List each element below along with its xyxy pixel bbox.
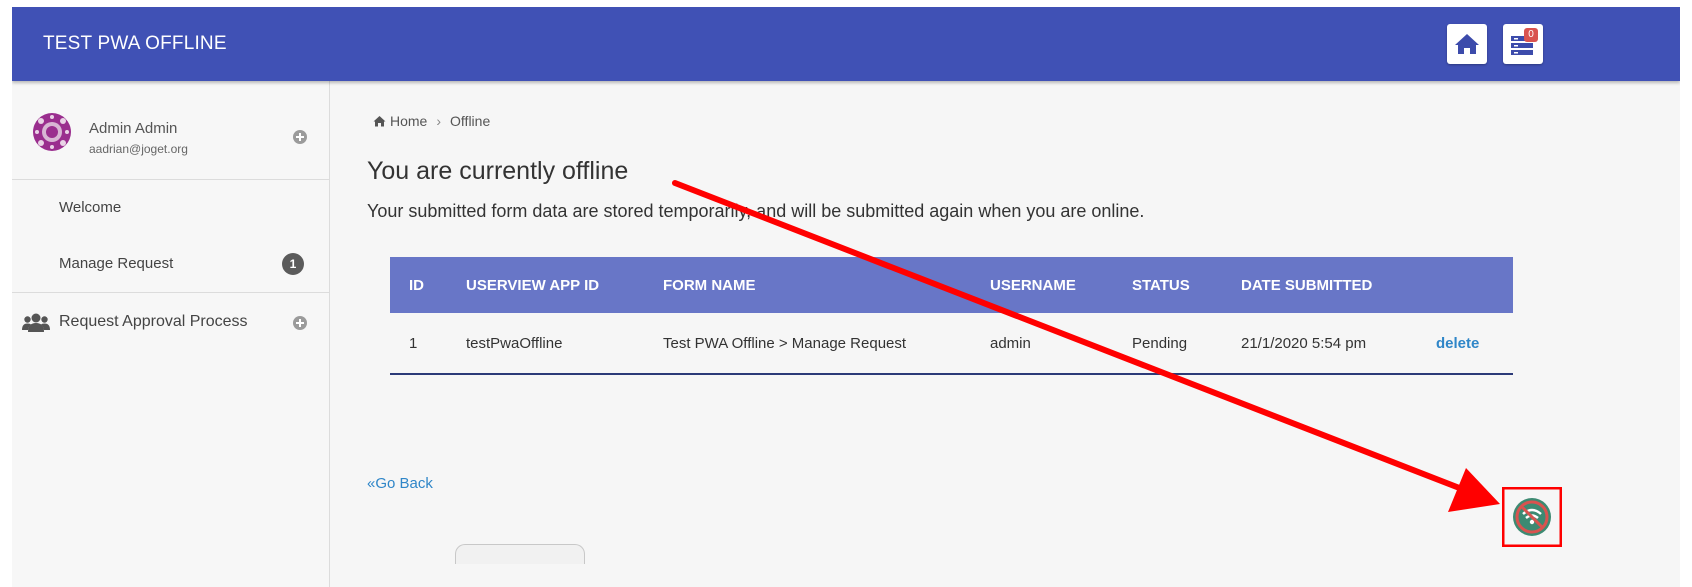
- queue-count-badge: 0: [1524, 28, 1538, 42]
- cell-action: delete: [1436, 313, 1513, 374]
- column-header-action: [1436, 257, 1513, 313]
- home-icon: [373, 116, 386, 127]
- cell-id: 1: [409, 334, 418, 352]
- sidebar-item-welcome[interactable]: Welcome: [12, 195, 329, 225]
- cell-form-name: Test PWA Offline > Manage Request: [663, 334, 907, 352]
- page-title: You are currently offline: [367, 157, 629, 185]
- sidebar-item-manage-request[interactable]: Manage Request 1: [12, 251, 329, 281]
- page-description: Your submitted form data are stored temp…: [367, 201, 1145, 221]
- home-button[interactable]: [1447, 24, 1487, 64]
- column-header-app-id: USERVIEW APP ID: [466, 276, 600, 294]
- column-header-date: DATE SUBMITTED: [1241, 276, 1373, 294]
- column-header-status: STATUS: [1132, 276, 1190, 294]
- cell-date: 21/1/2020 5:54 pm: [1241, 334, 1367, 352]
- sync-queue-button[interactable]: 0: [1503, 24, 1543, 64]
- cell-status: Pending: [1132, 334, 1188, 352]
- cell-username: admin: [990, 334, 1031, 352]
- home-icon: [1455, 34, 1479, 54]
- breadcrumb-current: Offline: [450, 113, 491, 129]
- app-window: TEST PWA OFFLINE 0 Admin Admin aadrian@j…: [12, 7, 1680, 587]
- table-header-row: ID USERVIEW APP ID FORM NAME USERNAME ST…: [390, 257, 1513, 313]
- app-title[interactable]: TEST PWA OFFLINE: [43, 33, 227, 55]
- app-header: TEST PWA OFFLINE 0: [12, 7, 1680, 81]
- sidebar-item-request-approval-process[interactable]: Request Approval Process: [12, 307, 329, 341]
- expand-plus-icon[interactable]: [292, 129, 308, 145]
- bottom-popup-tab[interactable]: [455, 544, 585, 564]
- avatar-icon: [33, 113, 71, 151]
- breadcrumb: Home › Offline: [373, 113, 490, 129]
- breadcrumb-home[interactable]: Home: [390, 113, 427, 129]
- user-email: aadrian@joget.org: [89, 142, 188, 156]
- go-back-link[interactable]: «Go Back: [367, 475, 433, 492]
- count-badge: 1: [282, 253, 304, 275]
- main-content: Home › Offline You are currently offline…: [330, 81, 1680, 587]
- column-header-form-name: FORM NAME: [663, 276, 756, 294]
- column-header-username: USERNAME: [990, 276, 1076, 294]
- column-header-id: ID: [409, 276, 424, 294]
- offline-queue-table: ID USERVIEW APP ID FORM NAME USERNAME ST…: [390, 257, 1513, 375]
- sidebar: Admin Admin aadrian@joget.org Welcome Ma…: [12, 81, 330, 587]
- delete-link[interactable]: delete: [1436, 335, 1479, 352]
- cell-app-id: testPwaOffline: [466, 334, 563, 352]
- offline-indicator[interactable]: [1501, 486, 1563, 548]
- user-profile[interactable]: Admin Admin aadrian@joget.org: [12, 81, 330, 180]
- user-name: Admin Admin: [89, 120, 178, 137]
- sidebar-item-label: Welcome: [59, 199, 122, 216]
- users-icon: [22, 313, 50, 332]
- breadcrumb-separator: ›: [436, 113, 442, 129]
- sidebar-item-label: Request Approval Process: [59, 313, 248, 330]
- divider: [12, 292, 329, 293]
- offline-wifi-icon: [1501, 486, 1563, 548]
- table-row: 1 testPwaOffline Test PWA Offline > Mana…: [390, 313, 1513, 374]
- expand-plus-icon[interactable]: [292, 315, 308, 331]
- sidebar-item-label: Manage Request: [59, 255, 174, 272]
